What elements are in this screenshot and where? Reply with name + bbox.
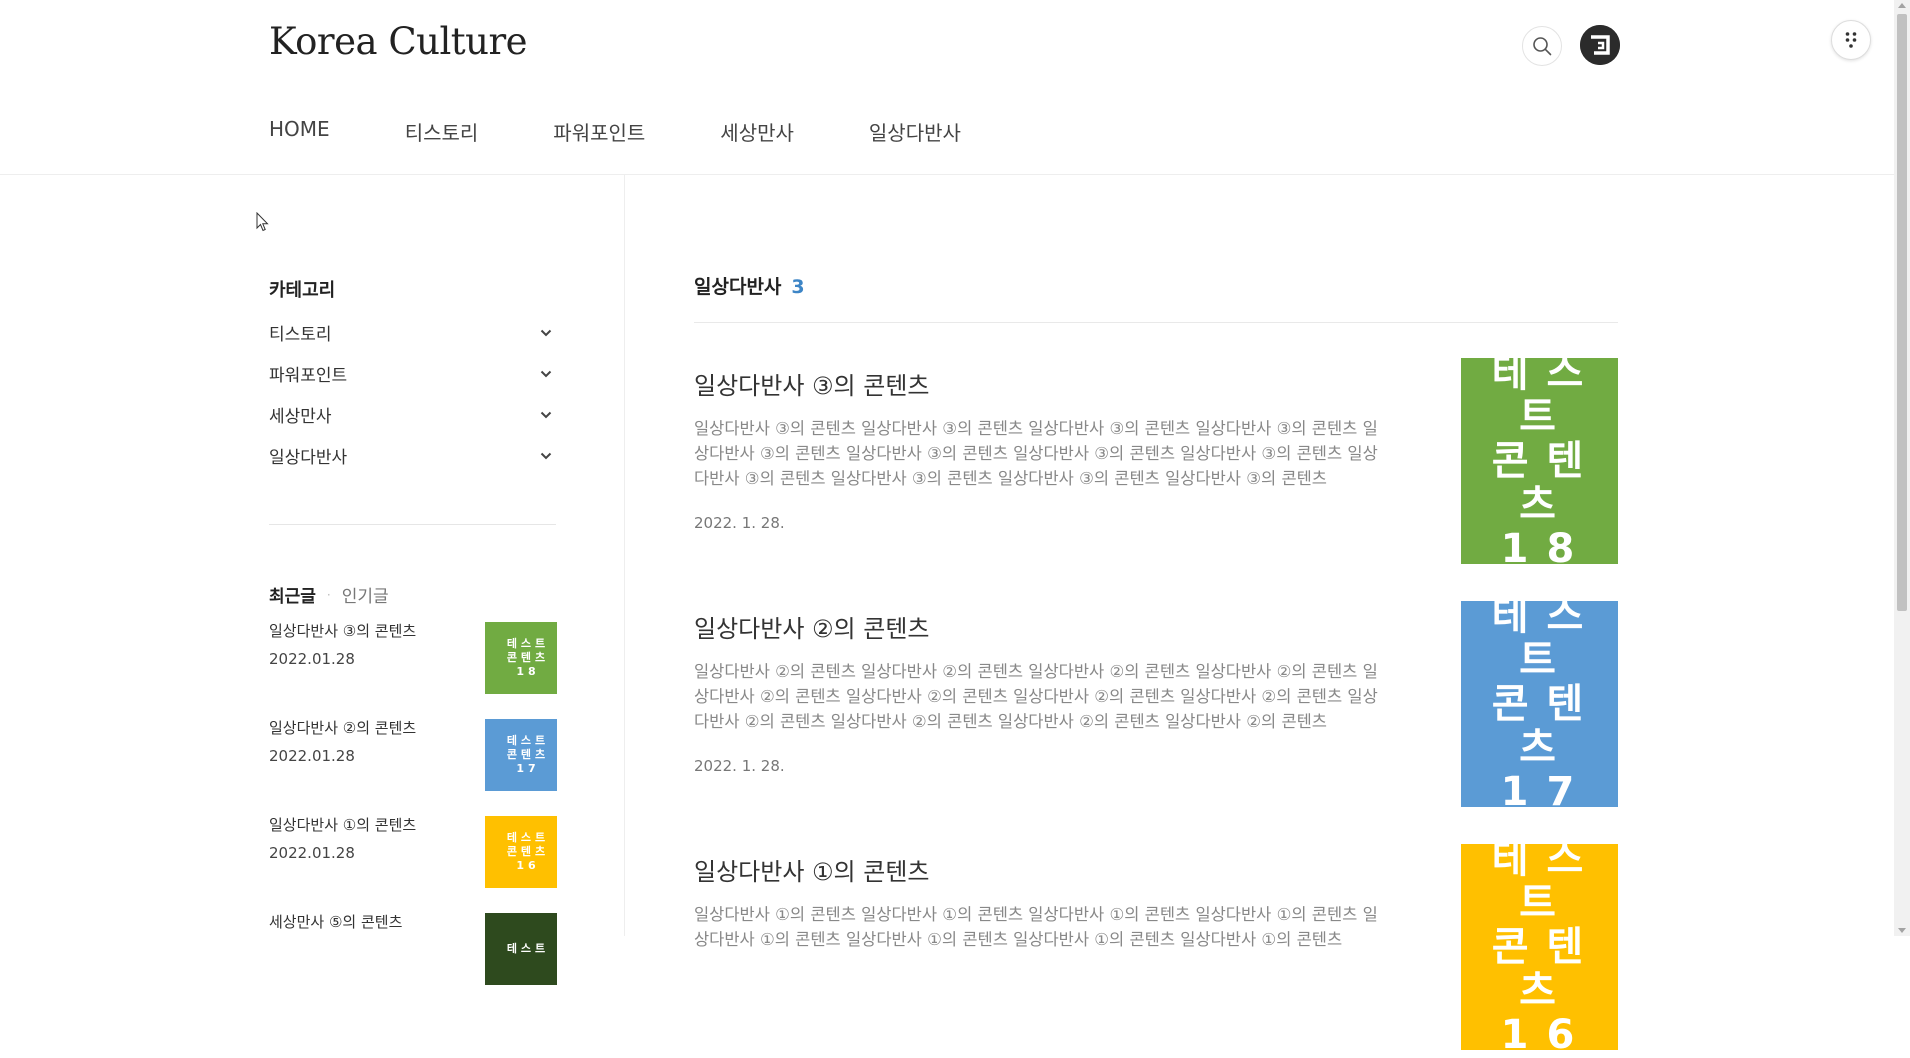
post-card[interactable]: 일상다반사 ②의 콘텐츠 일상다반사 ②의 콘텐츠 일상다반사 ②의 콘텐츠 일… — [694, 594, 1618, 814]
column-divider — [624, 175, 625, 936]
post-excerpt[interactable]: 일상다반사 ②의 콘텐츠 일상다반사 ②의 콘텐츠 일상다반사 ②의 콘텐츠 일… — [694, 659, 1389, 734]
tab-recent[interactable]: 최근글 — [269, 582, 316, 607]
recent-post-date: 2022.01.28 — [269, 650, 355, 668]
scrollbar-thumb[interactable] — [1897, 14, 1907, 611]
nav-item-tistory[interactable]: 티스토리 — [405, 117, 479, 146]
nav-item-world[interactable]: 세상만사 — [720, 117, 794, 146]
list-item[interactable]: 일상다반사 ①의 콘텐츠 2022.01.28 테스트 콘텐츠 16 — [269, 814, 557, 911]
post-card[interactable]: 일상다반사 ①의 콘텐츠 일상다반사 ①의 콘텐츠 일상다반사 ①의 콘텐츠 일… — [694, 837, 1618, 1057]
scroll-up-arrow[interactable] — [1898, 3, 1906, 8]
post-title[interactable]: 일상다반사 ③의 콘텐츠 — [694, 366, 930, 401]
nav-item-home[interactable]: HOME — [269, 117, 330, 146]
recent-post-title[interactable]: 일상다반사 ②의 콘텐츠 — [269, 717, 416, 738]
category-item-world[interactable]: 세상만사 — [269, 394, 556, 435]
post-card[interactable]: 일상다반사 ③의 콘텐츠 일상다반사 ③의 콘텐츠 일상다반사 ③의 콘텐츠 일… — [694, 351, 1618, 571]
recent-post-thumbnail[interactable]: 테스트 콘텐츠 18 — [485, 622, 557, 694]
mouse-cursor-icon — [256, 212, 269, 232]
post-count: 3 — [791, 276, 805, 298]
recent-post-thumbnail[interactable]: 테스트 — [485, 913, 557, 985]
recent-post-thumbnail[interactable]: 테스트 콘텐츠 16 — [485, 816, 557, 888]
category-label: 일상다반사 — [269, 448, 348, 468]
category-label: 세상만사 — [269, 407, 332, 427]
avatar[interactable] — [1580, 25, 1620, 65]
post-thumbnail[interactable]: 테스트 콘텐츠 18 — [1461, 351, 1618, 571]
more-menu-icon — [1845, 32, 1857, 48]
post-title[interactable]: 일상다반사 ①의 콘텐츠 — [694, 852, 930, 887]
nav-item-powerpoint[interactable]: 파워포인트 — [553, 117, 645, 146]
category-name: 일상다반사 — [694, 276, 782, 298]
thumbnail-text: 테스트 콘텐츠 17 — [1491, 593, 1602, 815]
recent-post-title[interactable]: 일상다반사 ①의 콘텐츠 — [269, 814, 416, 835]
category-item-tistory[interactable]: 티스토리 — [269, 312, 556, 353]
list-item[interactable]: 일상다반사 ③의 콘텐츠 2022.01.28 테스트 콘텐츠 18 — [269, 620, 557, 717]
thumbnail-text: 테스트 콘텐츠 16 — [506, 831, 550, 872]
category-label: 티스토리 — [269, 325, 332, 345]
list-item[interactable]: 세상만사 ⑤의 콘텐츠 테스트 — [269, 911, 557, 1008]
post-thumbnail[interactable]: 테스트 콘텐츠 17 — [1461, 594, 1618, 814]
recent-post-date: 2022.01.28 — [269, 844, 355, 862]
category-item-powerpoint[interactable]: 파워포인트 — [269, 353, 556, 394]
page-scrollbar[interactable] — [1894, 0, 1910, 936]
post-excerpt[interactable]: 일상다반사 ①의 콘텐츠 일상다반사 ①의 콘텐츠 일상다반사 ①의 콘텐츠 일… — [694, 902, 1389, 952]
avatar-icon — [1580, 25, 1620, 65]
post-thumbnail[interactable]: 테스트 콘텐츠 16 — [1461, 837, 1618, 1057]
recent-post-title[interactable]: 세상만사 ⑤의 콘텐츠 — [269, 911, 402, 932]
chevron-down-icon[interactable] — [540, 329, 552, 337]
site-logo[interactable]: Korea Culture — [269, 20, 528, 63]
post-tabs: 최근글 · 인기글 — [269, 582, 389, 607]
site-header: Korea Culture HOME 티스토리 파워포인트 세상만사 일상다반사 — [0, 0, 1894, 175]
post-date: 2022. 1. 28. — [694, 514, 785, 532]
scroll-down-arrow[interactable] — [1898, 928, 1906, 933]
post-title[interactable]: 일상다반사 ②의 콘텐츠 — [694, 609, 930, 644]
nav-item-daily[interactable]: 일상다반사 — [869, 117, 961, 146]
recent-post-thumbnail[interactable]: 테스트 콘텐츠 17 — [485, 719, 557, 791]
category-item-daily[interactable]: 일상다반사 — [269, 435, 556, 476]
thumbnail-text: 테스트 — [506, 942, 550, 955]
heading-divider — [694, 322, 1618, 323]
category-heading: 일상다반사 3 — [694, 272, 805, 299]
thumbnail-text: 테스트 콘텐츠 17 — [506, 734, 550, 775]
tab-popular[interactable]: 인기글 — [342, 582, 389, 607]
thumbnail-text: 테스트 콘텐츠 18 — [1491, 350, 1602, 572]
more-menu-button[interactable] — [1831, 20, 1871, 60]
list-item[interactable]: 일상다반사 ②의 콘텐츠 2022.01.28 테스트 콘텐츠 17 — [269, 717, 557, 814]
search-button[interactable] — [1522, 26, 1562, 66]
main-nav: HOME 티스토리 파워포인트 세상만사 일상다반사 — [269, 117, 1036, 146]
search-icon — [1533, 37, 1552, 56]
category-title: 카테고리 — [269, 280, 336, 301]
category-label: 파워포인트 — [269, 366, 348, 386]
tab-separator: · — [326, 587, 331, 602]
recent-post-list: 일상다반사 ③의 콘텐츠 2022.01.28 테스트 콘텐츠 18 일상다반사… — [269, 620, 557, 1008]
post-excerpt[interactable]: 일상다반사 ③의 콘텐츠 일상다반사 ③의 콘텐츠 일상다반사 ③의 콘텐츠 일… — [694, 416, 1389, 491]
recent-post-title[interactable]: 일상다반사 ③의 콘텐츠 — [269, 620, 416, 641]
chevron-down-icon[interactable] — [540, 411, 552, 419]
thumbnail-text: 테스트 콘텐츠 18 — [506, 637, 550, 678]
recent-post-date: 2022.01.28 — [269, 747, 355, 765]
thumbnail-text: 테스트 콘텐츠 16 — [1491, 836, 1602, 1058]
chevron-down-icon[interactable] — [540, 370, 552, 378]
category-list: 티스토리 파워포인트 세상만사 일상다반사 — [269, 312, 556, 476]
sidebar-divider — [269, 524, 556, 525]
chevron-down-icon[interactable] — [540, 452, 552, 460]
post-date: 2022. 1. 28. — [694, 757, 785, 775]
